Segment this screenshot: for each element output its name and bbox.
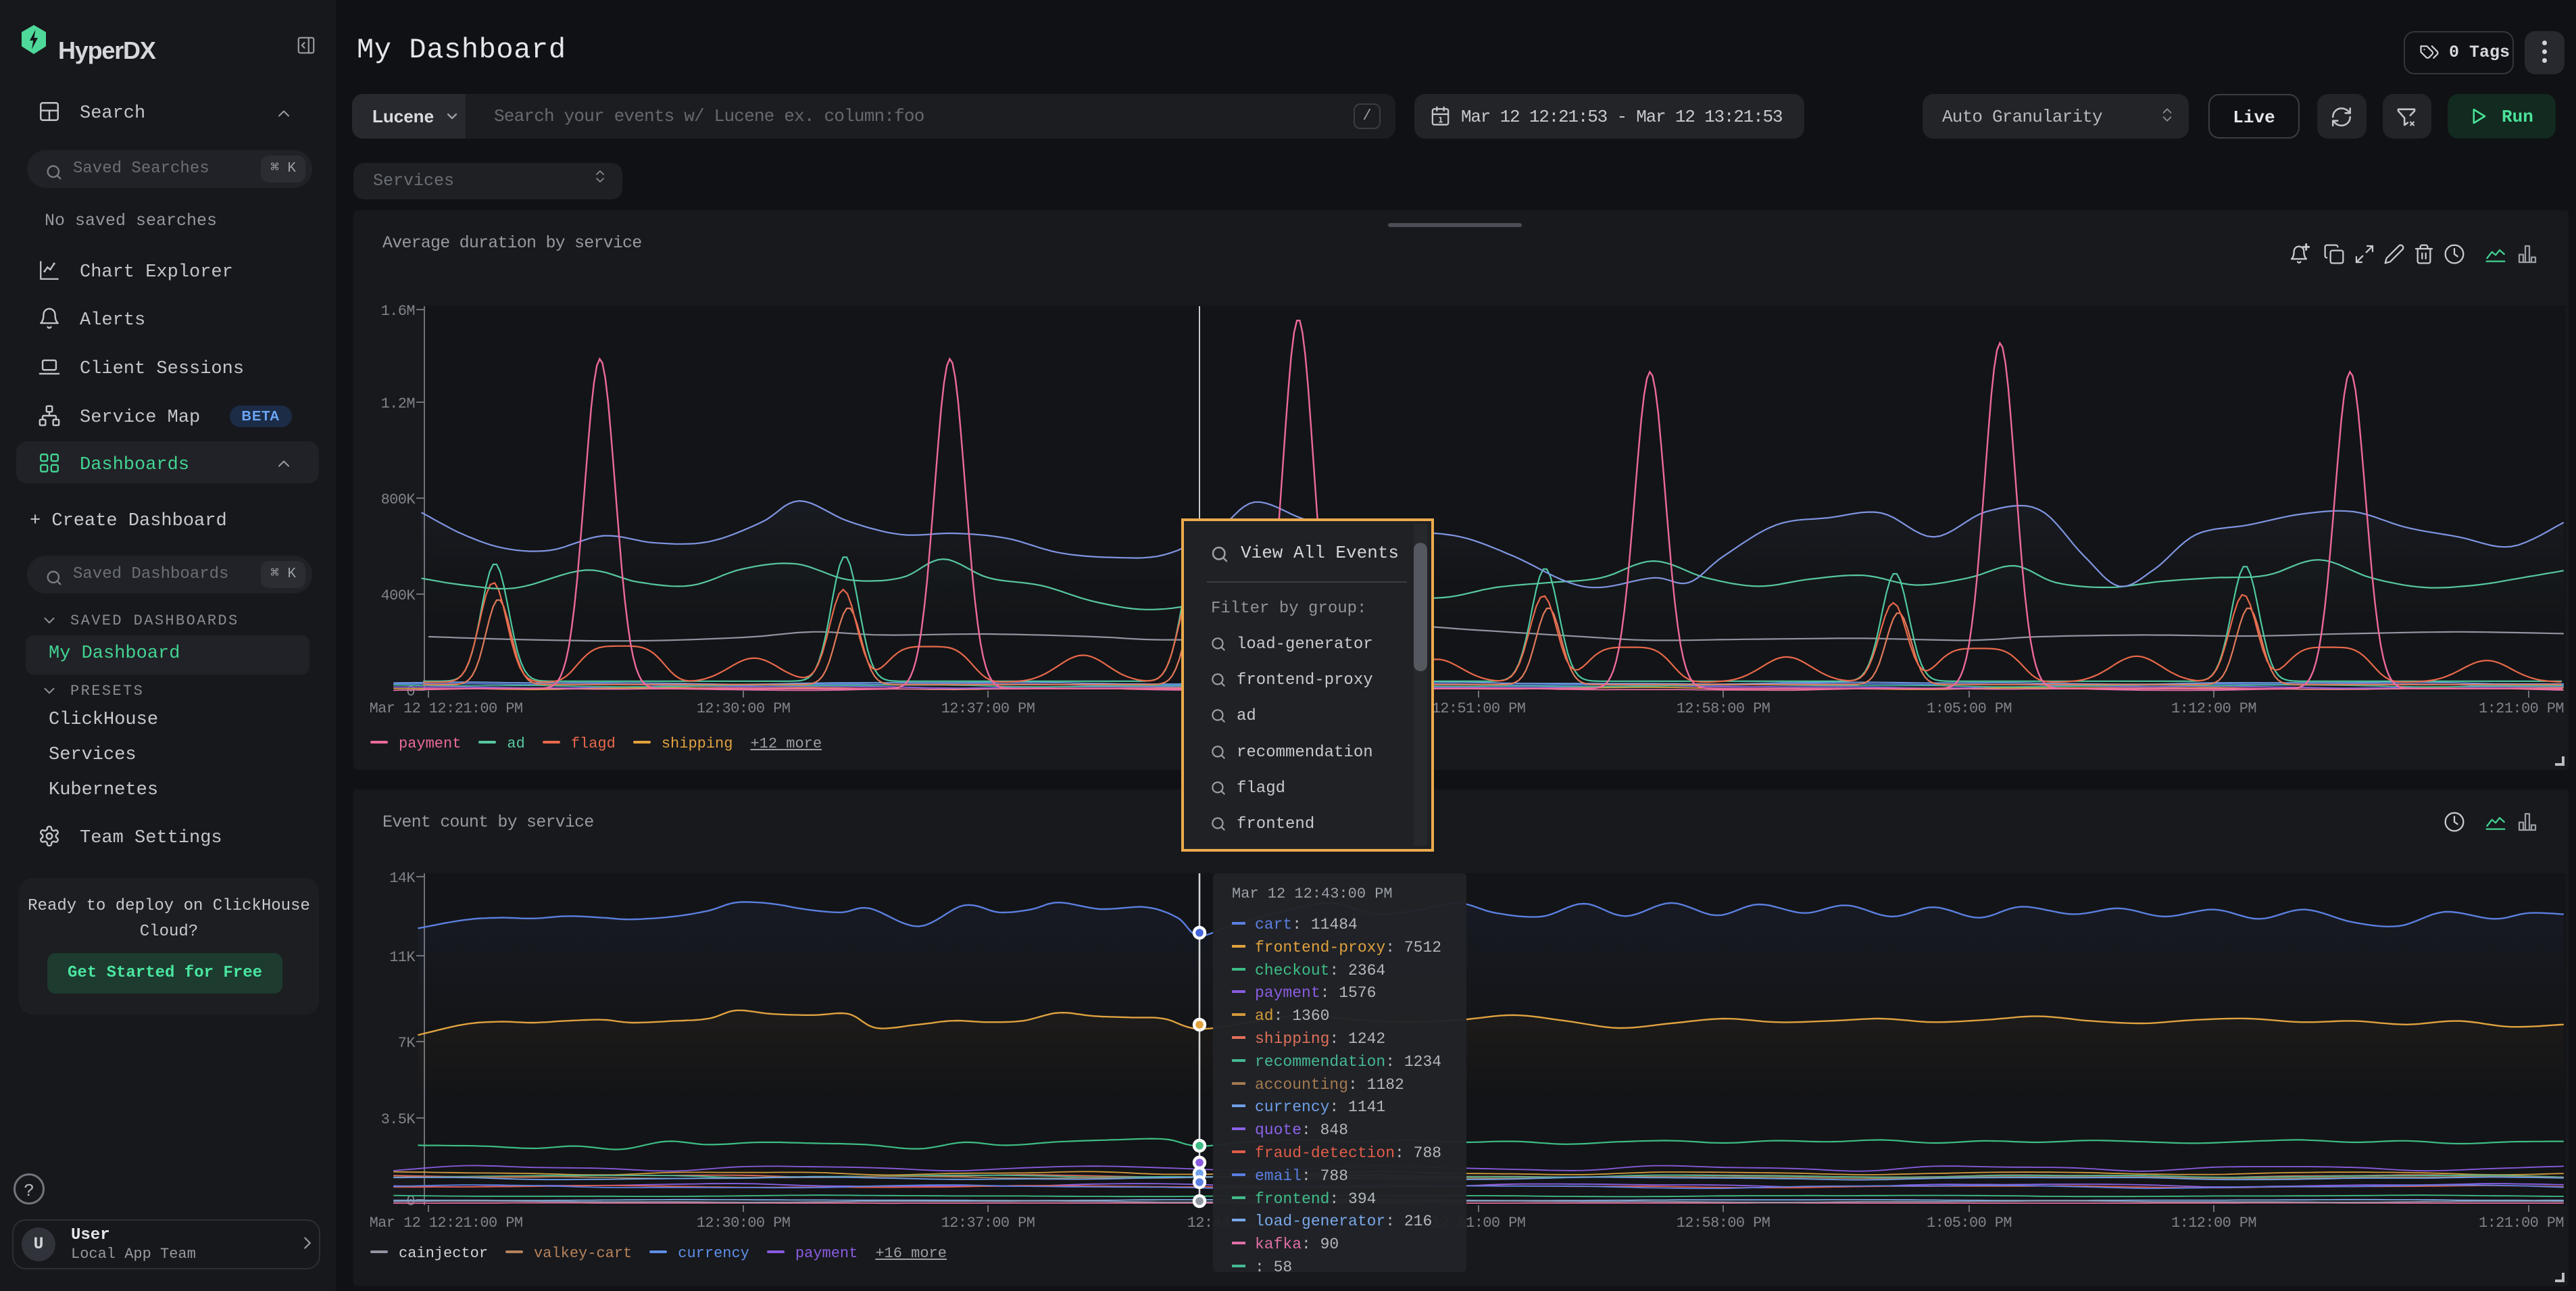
svg-text:11K: 11K	[389, 949, 416, 966]
svg-text:Mar 12 12:21:00 PM: Mar 12 12:21:00 PM	[370, 1215, 523, 1232]
svg-text:400K: 400K	[381, 587, 416, 604]
svg-text:1.2M: 1.2M	[381, 395, 415, 412]
svg-text:7K: 7K	[398, 1035, 416, 1052]
svg-text:12:30:00 PM: 12:30:00 PM	[697, 700, 791, 717]
svg-text:Mar 12 12:21:00 PM: Mar 12 12:21:00 PM	[370, 700, 523, 717]
svg-text:3.5K: 3.5K	[381, 1111, 416, 1128]
svg-text:1:21:00 PM: 1:21:00 PM	[2479, 700, 2564, 717]
svg-text:12:51:00 PM: 12:51:00 PM	[1432, 700, 1526, 717]
svg-text:1.6M: 1.6M	[381, 303, 415, 320]
svg-text:12:58:00 PM: 12:58:00 PM	[1677, 1215, 1770, 1232]
svg-text:0: 0	[406, 683, 415, 700]
svg-text:800K: 800K	[381, 491, 416, 508]
svg-text:12:58:00 PM: 12:58:00 PM	[1677, 700, 1770, 717]
svg-text:1:21:00 PM: 1:21:00 PM	[2479, 1215, 2564, 1232]
svg-text:1:05:00 PM: 1:05:00 PM	[1927, 1215, 2012, 1232]
svg-text:12:37:00 PM: 12:37:00 PM	[941, 700, 1035, 717]
svg-text:12:37:00 PM: 12:37:00 PM	[941, 1215, 1035, 1232]
svg-text:14K: 14K	[389, 870, 416, 887]
svg-text:12:30:00 PM: 12:30:00 PM	[697, 1215, 791, 1232]
svg-text:1:05:00 PM: 1:05:00 PM	[1927, 700, 2012, 717]
svg-text:1:12:00 PM: 1:12:00 PM	[2171, 700, 2256, 717]
svg-text:1:12:00 PM: 1:12:00 PM	[2171, 1215, 2256, 1232]
